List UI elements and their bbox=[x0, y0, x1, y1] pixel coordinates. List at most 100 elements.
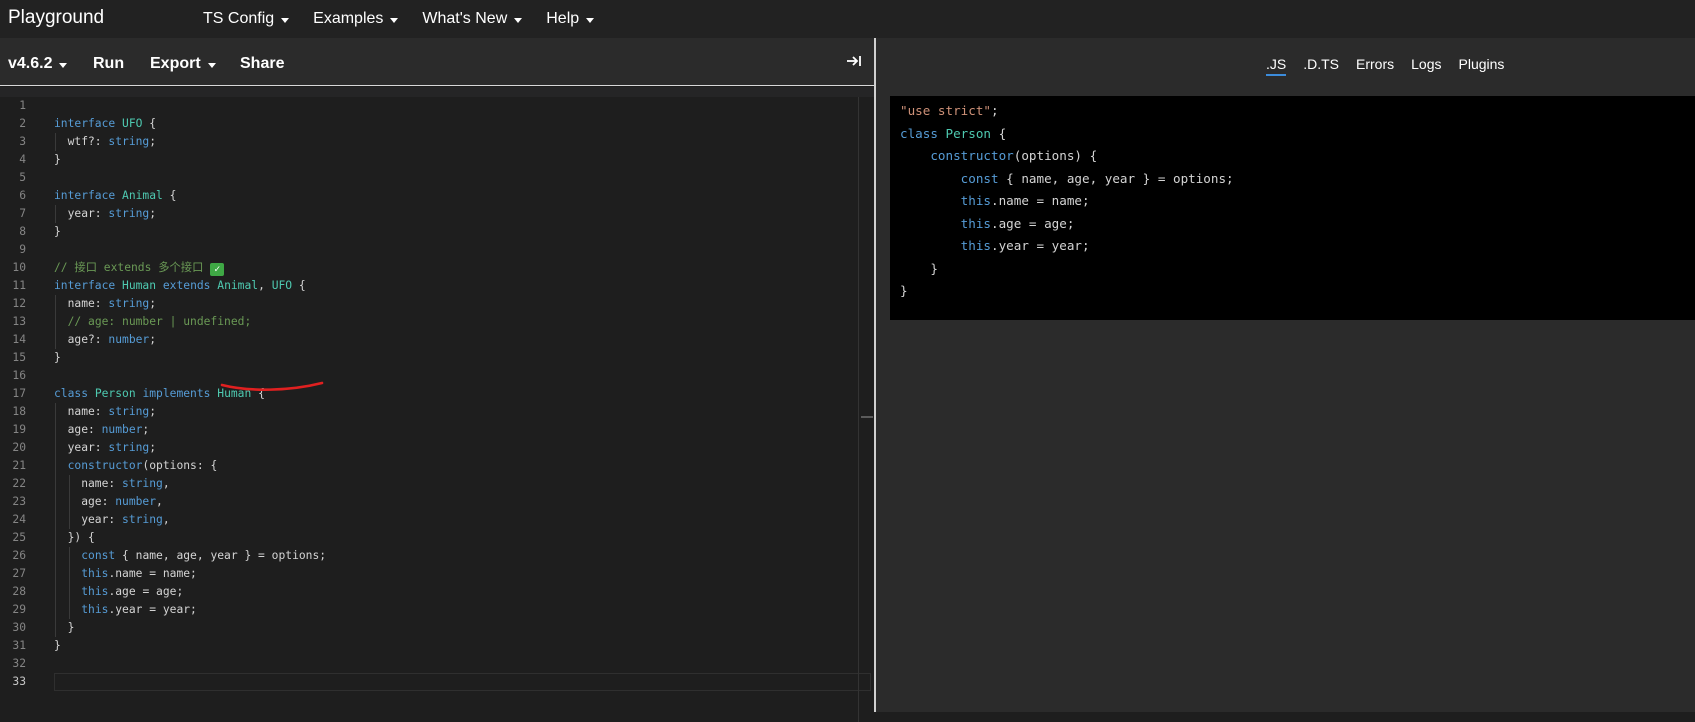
code-line: age: number, bbox=[54, 495, 163, 508]
code-line: this.year = year; bbox=[81, 603, 197, 616]
line-number: 33 bbox=[12, 675, 26, 688]
line-number: 24 bbox=[12, 513, 26, 526]
line-number: 12 bbox=[12, 297, 26, 310]
arrow-to-right-icon[interactable] bbox=[846, 53, 862, 69]
line-number: 17 bbox=[12, 387, 26, 400]
code-line: } bbox=[54, 225, 61, 238]
line-number: 14 bbox=[12, 333, 26, 346]
code-line: interface UFO { bbox=[54, 117, 157, 130]
code-line: age: number; bbox=[54, 423, 150, 436]
line-number: 20 bbox=[12, 441, 26, 454]
scrollbar-marker bbox=[861, 416, 873, 418]
caret-down-icon bbox=[59, 62, 68, 68]
tab-js[interactable]: .JS bbox=[1266, 56, 1287, 76]
code-editor[interactable]: 1 2 3 4 5 6 7 8 9 10 11 12 13 14 15 16 17 18 19 20 21 22 23 24 2… bbox=[0, 87, 874, 722]
output-line: } bbox=[900, 283, 908, 298]
line-number: 2 bbox=[19, 117, 26, 130]
nav-examples[interactable]: Examples bbox=[313, 10, 399, 28]
code-line: } bbox=[54, 153, 61, 166]
line-number: 1 bbox=[19, 99, 26, 112]
code-line: name: string, bbox=[54, 477, 170, 490]
output-line: this.age = age; bbox=[960, 215, 1075, 231]
editor-toolbar: v4.6.2 Run Export Share bbox=[0, 38, 874, 86]
js-output[interactable]: "use strict"; class Person { constructor… bbox=[890, 96, 1695, 320]
code-line: name: string; bbox=[54, 297, 157, 310]
output-panel: .JS .D.TS Errors Logs Plugins "use stric… bbox=[876, 38, 1695, 712]
tab-dts[interactable]: .D.TS bbox=[1303, 56, 1339, 76]
output-line: class Person { bbox=[900, 125, 1007, 141]
line-number-gutter: 1 2 3 4 5 6 7 8 9 10 11 12 13 14 15 16 17 18 19 20 21 22 23 24 2… bbox=[0, 97, 40, 691]
run-button[interactable]: Run bbox=[93, 55, 124, 73]
caret-down-icon bbox=[586, 17, 595, 23]
line-number: 18 bbox=[12, 405, 26, 418]
code-line: } bbox=[54, 351, 61, 364]
tab-errors[interactable]: Errors bbox=[1356, 56, 1394, 76]
caret-down-icon bbox=[514, 17, 523, 23]
code-line: year: string; bbox=[54, 441, 157, 454]
code-line: // age: number | undefined; bbox=[67, 315, 252, 328]
code-line: age?: number; bbox=[54, 333, 157, 346]
output-line: const { name, age, year } = options; bbox=[960, 170, 1234, 186]
line-number: 26 bbox=[12, 549, 26, 562]
brand-logo[interactable]: Playground bbox=[8, 7, 104, 29]
output-line: constructor(options) { bbox=[930, 148, 1098, 163]
code-lines[interactable]: interface UFO { wtf?: string; } interfac… bbox=[54, 97, 860, 691]
code-line: // 接口 extends 多个接口 ✓ bbox=[54, 259, 860, 277]
code-line: name: string; bbox=[54, 405, 157, 418]
line-number: 29 bbox=[12, 603, 26, 616]
code-line: interface Human extends Animal, UFO { bbox=[54, 279, 306, 292]
line-number: 9 bbox=[19, 243, 26, 256]
line-number: 32 bbox=[12, 657, 26, 670]
caret-down-icon bbox=[207, 62, 216, 68]
code-line: }) { bbox=[54, 531, 95, 544]
line-number: 28 bbox=[12, 585, 26, 598]
line-number: 10 bbox=[12, 261, 26, 274]
share-button[interactable]: Share bbox=[240, 55, 284, 73]
output-tabs: .JS .D.TS Errors Logs Plugins bbox=[1266, 56, 1521, 76]
line-number: 19 bbox=[12, 423, 26, 436]
nav-menu: TS Config Examples What's New Help bbox=[203, 0, 618, 38]
line-number: 21 bbox=[12, 459, 26, 472]
annotation-underline bbox=[220, 381, 324, 391]
code-line: class Person implements Human { bbox=[54, 387, 265, 400]
line-number: 6 bbox=[19, 189, 26, 202]
tab-plugins[interactable]: Plugins bbox=[1459, 56, 1505, 76]
output-line: } bbox=[900, 260, 938, 276]
line-number: 31 bbox=[12, 639, 26, 652]
output-line: "use strict"; bbox=[900, 103, 999, 118]
code-line: constructor(options: { bbox=[67, 459, 218, 472]
line-number: 3 bbox=[19, 135, 26, 148]
top-nav: Playground TS Config Examples What's New… bbox=[0, 0, 1695, 38]
export-button[interactable]: Export bbox=[150, 55, 216, 73]
code-line: year: string; bbox=[54, 207, 157, 220]
line-number: 27 bbox=[12, 567, 26, 580]
code-line: this.age = age; bbox=[81, 585, 184, 598]
nav-whats-new[interactable]: What's New bbox=[422, 10, 523, 28]
nav-ts-config[interactable]: TS Config bbox=[203, 10, 290, 28]
code-line: this.name = name; bbox=[81, 567, 197, 580]
code-line: } bbox=[54, 621, 75, 634]
version-select[interactable]: v4.6.2 bbox=[8, 55, 68, 73]
nav-help[interactable]: Help bbox=[546, 10, 595, 28]
caret-down-icon bbox=[390, 17, 399, 23]
line-number: 16 bbox=[12, 369, 26, 382]
code-line: } bbox=[54, 639, 61, 652]
code-line: interface Animal { bbox=[54, 189, 177, 202]
editor-scrollbar[interactable] bbox=[858, 97, 873, 722]
line-number: 30 bbox=[12, 621, 26, 634]
line-number: 15 bbox=[12, 351, 26, 364]
check-mark-icon: ✓ bbox=[210, 263, 225, 276]
output-line: this.year = year; bbox=[960, 238, 1090, 253]
line-number: 7 bbox=[19, 207, 26, 220]
code-line: year: string, bbox=[54, 513, 170, 526]
caret-down-icon bbox=[281, 17, 290, 23]
line-number: 11 bbox=[12, 279, 26, 292]
tab-logs[interactable]: Logs bbox=[1411, 56, 1441, 76]
code-line: wtf?: string; bbox=[54, 135, 157, 148]
line-number: 23 bbox=[12, 495, 26, 508]
